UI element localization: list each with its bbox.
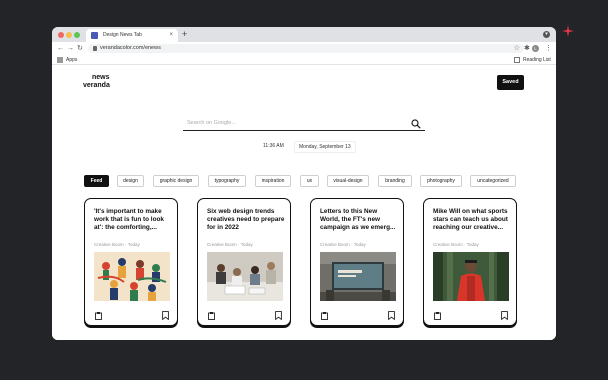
category-chip-typography[interactable]: typography [208, 175, 246, 187]
bookmark-icon[interactable] [275, 311, 282, 320]
category-chip-photography[interactable]: photography [420, 175, 462, 187]
category-chip-graphic-design[interactable]: graphic design [153, 175, 199, 187]
bookmark-icon[interactable] [501, 311, 508, 320]
search-bar[interactable]: Search on Google... [183, 116, 425, 131]
article-card[interactable]: Mike Will on what sports stars can teach… [423, 198, 517, 326]
extensions-puzzle-icon[interactable]: ✱ [524, 44, 530, 53]
article-source: Creative Boom [207, 242, 237, 247]
category-chip-feed[interactable]: Feed [84, 175, 109, 187]
article-image-photo[interactable] [433, 252, 509, 301]
apps-grid-icon[interactable] [57, 57, 63, 63]
profile-avatar[interactable]: L [532, 45, 539, 52]
bookmarks-bar: Apps Reading List [52, 55, 556, 65]
article-title[interactable]: Six web design trends creatives need to … [207, 208, 285, 232]
article-date: Today [240, 242, 253, 247]
search-icon[interactable] [411, 119, 421, 129]
reading-list-button[interactable]: Reading List [523, 57, 551, 63]
url-text: verandacolor.com/enews [100, 45, 161, 51]
window-menu-button[interactable]: ▾ [543, 31, 550, 38]
search-input[interactable]: Search on Google... [187, 120, 236, 126]
article-meta: Creative Boom · Today [94, 242, 140, 247]
reload-icon[interactable]: ↻ [77, 44, 83, 53]
maximize-window-button[interactable] [74, 32, 80, 38]
close-window-button[interactable] [58, 32, 64, 38]
category-chip-visual-design[interactable]: visual-design [327, 175, 369, 187]
bookmark-icon[interactable] [388, 311, 395, 320]
article-image-photo[interactable] [320, 252, 396, 301]
category-chip-inspiration[interactable]: inspiration [255, 175, 291, 187]
clock-time: 11:36 AM [263, 143, 284, 149]
article-card[interactable]: Letters to this New World, the FT's new … [310, 198, 404, 326]
saved-button[interactable]: Saved [497, 75, 524, 90]
logo-word-veranda: veranda [83, 82, 110, 89]
article-meta: Creative Boom · Today [207, 242, 253, 247]
bookmark-icon[interactable] [162, 311, 169, 320]
category-chip-uncategorized[interactable]: uncategorized [470, 175, 516, 187]
article-date: Today [353, 242, 366, 247]
article-image-photo[interactable] [207, 252, 283, 301]
category-chip-ux[interactable]: ux [300, 175, 319, 187]
browser-menu-icon[interactable]: ⋮ [545, 44, 552, 53]
browser-window: Design News Tab × + ▾ ← → ↻ verandacolor… [52, 27, 556, 340]
browser-toolbar: ← → ↻ verandacolor.com/enews ☆ ✱ L ⋮ [52, 42, 556, 55]
tab-title: Design News Tab [103, 32, 142, 38]
sparkle-icon [562, 25, 574, 37]
site-logo[interactable]: news veranda [83, 74, 110, 90]
clipboard-icon[interactable] [321, 312, 328, 320]
browser-titlebar: Design News Tab × + ▾ [52, 27, 556, 42]
clipboard-icon[interactable] [434, 312, 441, 320]
browser-tab[interactable]: Design News Tab × [86, 29, 178, 42]
tab-close-icon[interactable]: × [169, 31, 173, 39]
forward-arrow-icon[interactable]: → [67, 44, 74, 53]
address-bar[interactable]: verandacolor.com/enews ☆ [88, 44, 524, 53]
clock-date: Monday, September 13 [294, 141, 356, 153]
article-image-illustration[interactable] [94, 252, 170, 301]
article-card[interactable]: 'It's important to make work that is fun… [84, 198, 178, 326]
apps-bookmark[interactable]: Apps [66, 57, 77, 63]
article-title[interactable]: Letters to this New World, the FT's new … [320, 208, 398, 232]
page-content: news veranda Saved Search on Google... 1… [52, 65, 556, 340]
article-card[interactable]: Six web design trends creatives need to … [197, 198, 291, 326]
new-tab-button[interactable]: + [182, 29, 187, 39]
article-date: Today [127, 242, 140, 247]
logo-word-news: news [92, 74, 110, 81]
minimize-window-button[interactable] [66, 32, 72, 38]
article-source: Creative Boom [94, 242, 124, 247]
back-arrow-icon[interactable]: ← [57, 44, 64, 53]
tab-favicon-icon [91, 32, 98, 39]
clipboard-icon[interactable] [95, 312, 102, 320]
article-meta: Creative Boom · Today [433, 242, 479, 247]
article-source: Creative Boom [433, 242, 463, 247]
article-source: Creative Boom [320, 242, 350, 247]
article-date: Today [466, 242, 479, 247]
category-chip-design[interactable]: design [117, 175, 144, 187]
lock-icon [93, 46, 97, 51]
article-meta: Creative Boom · Today [320, 242, 366, 247]
reading-list-icon[interactable] [514, 57, 520, 63]
article-title[interactable]: 'It's important to make work that is fun… [94, 208, 172, 232]
article-title[interactable]: Mike Will on what sports stars can teach… [433, 208, 511, 232]
category-chip-branding[interactable]: branding [378, 175, 412, 187]
bookmark-star-icon[interactable]: ☆ [514, 44, 520, 53]
clipboard-icon[interactable] [208, 312, 215, 320]
